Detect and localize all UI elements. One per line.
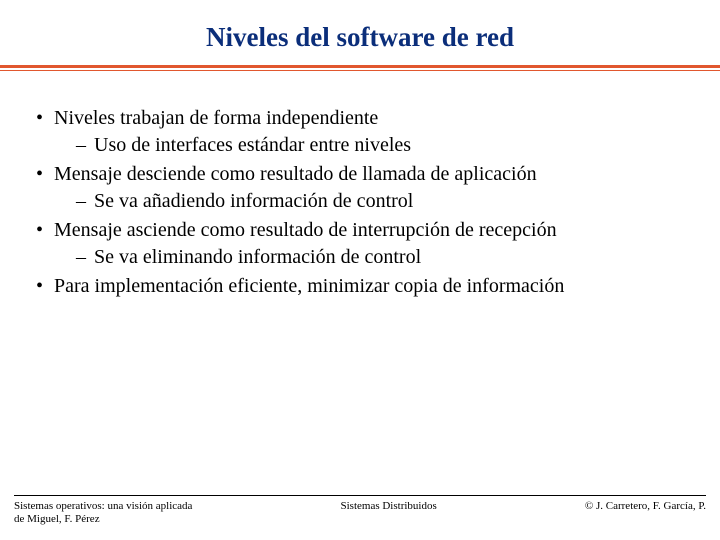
sub-item: Uso de interfaces estándar entre niveles bbox=[76, 132, 688, 159]
footer-left: Sistemas operativos: una visión aplicada… bbox=[14, 500, 192, 526]
footer-rule bbox=[14, 495, 706, 496]
title-rule bbox=[0, 65, 720, 71]
sub-list: Se va añadiendo información de control bbox=[54, 188, 688, 215]
footer-left-line1: Sistemas operativos: una visión aplicada bbox=[14, 500, 192, 513]
slide: Niveles del software de red Niveles trab… bbox=[0, 0, 720, 540]
sub-text: Uso de interfaces estándar entre niveles bbox=[94, 134, 411, 156]
footer-left-line2: de Miguel, F. Pérez bbox=[14, 513, 192, 526]
footer-row: Sistemas operativos: una visión aplicada… bbox=[14, 500, 706, 526]
sub-item: Se va añadiendo información de control bbox=[76, 188, 688, 215]
sub-text: Se va añadiendo información de control bbox=[94, 190, 413, 212]
bullet-item: Para implementación eficiente, minimizar… bbox=[32, 273, 688, 300]
bullet-text: Niveles trabajan de forma independiente bbox=[54, 107, 378, 129]
bullet-text: Para implementación eficiente, minimizar… bbox=[54, 275, 564, 297]
sub-list: Uso de interfaces estándar entre niveles bbox=[54, 132, 688, 159]
content-area: Niveles trabajan de forma independiente … bbox=[0, 71, 720, 300]
sub-item: Se va eliminando información de control bbox=[76, 244, 688, 271]
footer-center: Sistemas Distribuidos bbox=[192, 500, 584, 512]
footer: Sistemas operativos: una visión aplicada… bbox=[0, 495, 720, 526]
bullet-text: Mensaje asciende como resultado de inter… bbox=[54, 219, 557, 241]
bullet-list: Niveles trabajan de forma independiente … bbox=[32, 105, 688, 300]
bullet-item: Mensaje asciende como resultado de inter… bbox=[32, 217, 688, 271]
bullet-item: Mensaje desciende como resultado de llam… bbox=[32, 161, 688, 215]
sub-list: Se va eliminando información de control bbox=[54, 244, 688, 271]
footer-right: © J. Carretero, F. García, P. bbox=[585, 500, 706, 512]
slide-title: Niveles del software de red bbox=[0, 0, 720, 61]
rule-thick bbox=[0, 65, 720, 68]
bullet-item: Niveles trabajan de forma independiente … bbox=[32, 105, 688, 159]
bullet-text: Mensaje desciende como resultado de llam… bbox=[54, 163, 537, 185]
rule-thin bbox=[0, 70, 720, 71]
sub-text: Se va eliminando información de control bbox=[94, 246, 421, 268]
